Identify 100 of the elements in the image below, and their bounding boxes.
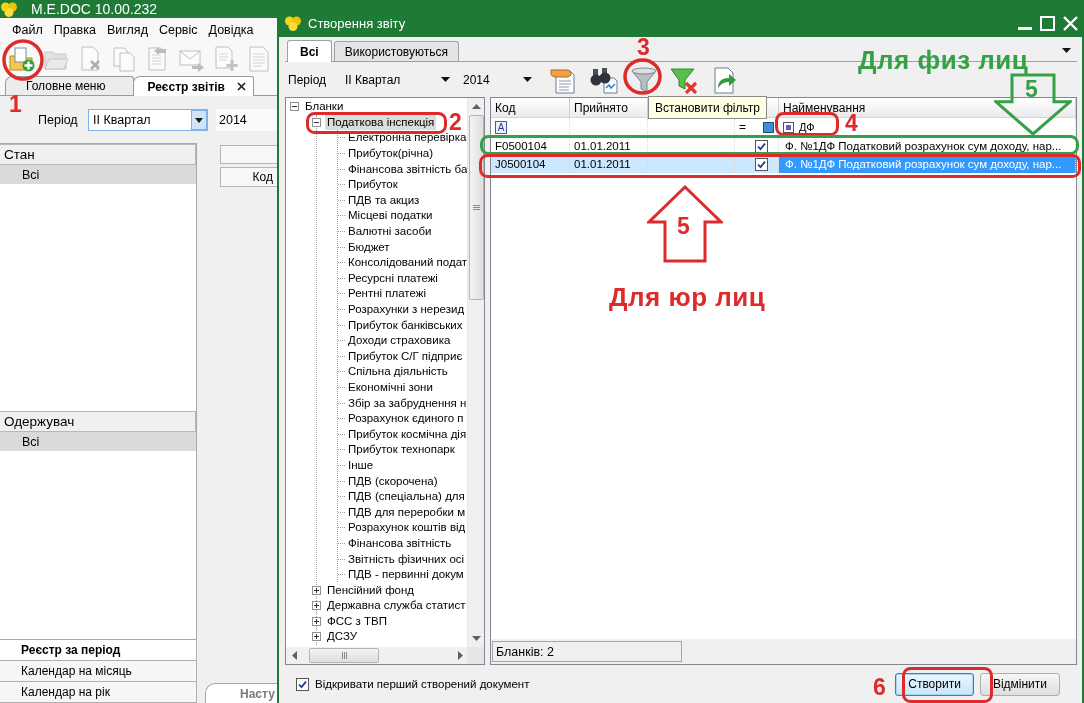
year-select[interactable]: 2014 <box>463 68 537 91</box>
menu-item[interactable]: Файл <box>12 23 43 37</box>
minimize-icon[interactable] <box>1018 26 1032 30</box>
filter-icon[interactable] <box>630 65 658 94</box>
tab[interactable]: Використовуються <box>333 41 459 61</box>
view-tab[interactable]: Календар на місяць <box>0 661 197 682</box>
expand-icon[interactable] <box>312 632 321 642</box>
period-select[interactable]: II Квартал <box>88 108 208 131</box>
tab[interactable]: Реєстр звітів <box>133 76 254 96</box>
tree-item[interactable]: Спільна діяльність <box>346 364 450 380</box>
column-header[interactable]: Прийнято <box>570 98 648 117</box>
tree-item[interactable]: Рентні платежі <box>346 286 428 302</box>
column-header[interactable]: Код <box>220 167 277 187</box>
caret-icon[interactable] <box>441 77 450 82</box>
scroll-down-icon[interactable] <box>471 636 481 641</box>
expand-icon[interactable] <box>312 616 321 626</box>
scroll-right-icon[interactable] <box>458 651 463 660</box>
panel-header: Стан <box>0 144 196 165</box>
dialog-button[interactable]: Створити <box>895 672 974 696</box>
caret-icon[interactable] <box>523 77 532 82</box>
tree-item[interactable]: ФСС з ТВП <box>325 613 389 629</box>
period-label: Період <box>288 72 328 87</box>
collapse-icon[interactable] <box>290 102 299 112</box>
menu-item[interactable]: Довідка <box>208 23 254 37</box>
menu-item[interactable]: Сервіс <box>158 23 198 37</box>
tree-item[interactable]: Прибуток С/Г підприє <box>346 348 465 364</box>
tree-item[interactable]: Бланки <box>303 99 346 115</box>
tree-item[interactable]: Бюджет <box>346 239 392 255</box>
checkbox[interactable] <box>755 139 768 153</box>
scrollbar-corner <box>467 647 484 664</box>
tab[interactable]: Всі <box>287 40 332 62</box>
checkbox[interactable] <box>783 121 794 133</box>
filter-operator[interactable]: = <box>739 120 746 134</box>
collapse-icon[interactable] <box>312 117 321 127</box>
dialog-button[interactable]: Відмінити <box>979 672 1060 696</box>
tree-item[interactable]: Фінансова звітність ба <box>346 161 467 177</box>
square-icon[interactable] <box>763 121 774 133</box>
tree-item[interactable]: Місцеві податки <box>346 208 435 224</box>
scroll-left-icon[interactable] <box>292 651 297 660</box>
binoculars-icon[interactable] <box>590 65 618 94</box>
tree-item[interactable]: Державна служба статист <box>325 598 467 614</box>
window-title: Створення звіту <box>308 16 406 31</box>
tree-item[interactable]: ПДВ (скорочена) <box>346 473 440 489</box>
tree-item[interactable]: Розрахунок коштів від <box>346 520 467 536</box>
tree-item[interactable]: Інше <box>346 457 376 473</box>
vertical-scrollbar[interactable] <box>467 98 484 647</box>
year-field[interactable]: 2014 <box>216 108 277 131</box>
step-number: 6 <box>873 676 886 699</box>
grip-icon <box>472 205 480 210</box>
tree-item[interactable]: ПДВ та акциз <box>346 192 422 208</box>
tree-item[interactable]: Ресурсні платежі <box>346 270 440 286</box>
tree-item[interactable]: Консолідований подат <box>346 255 467 271</box>
expand-icon[interactable] <box>312 585 321 595</box>
maximize-icon[interactable] <box>1040 16 1055 31</box>
tree-item[interactable]: ПДВ (спеціальна) для <box>346 489 467 505</box>
scroll-thumb[interactable] <box>468 115 484 300</box>
tree-item[interactable]: Валютні засоби <box>346 224 434 240</box>
tree-item[interactable]: ДСЗУ <box>325 629 360 645</box>
tab[interactable]: Насту <box>205 683 277 703</box>
filter-value[interactable]: ДФ <box>799 121 815 133</box>
tree-item[interactable]: Прибуток <box>346 177 400 193</box>
tooltip: Встановити фільтр <box>648 96 767 119</box>
view-tab[interactable]: Реєстр за період <box>0 640 197 661</box>
checkbox-label[interactable]: Відкривати перший створений документ <box>315 678 530 690</box>
period-select[interactable]: II Квартал <box>345 68 455 91</box>
filter-clear-icon[interactable] <box>670 65 698 94</box>
tree-item[interactable]: Прибуток космічна дія <box>346 426 467 442</box>
column-header[interactable]: Код <box>491 98 570 117</box>
menu-item[interactable]: Вигляд <box>106 23 148 37</box>
tab[interactable]: Головне меню <box>5 76 135 95</box>
tree-item[interactable]: Прибуток технопарк <box>346 442 457 458</box>
checkbox[interactable] <box>296 677 309 691</box>
status-text: Бланків: 2 <box>492 641 682 662</box>
tree-item[interactable]: ПДВ - первинні докум <box>346 567 466 583</box>
tree-item[interactable]: Пенсійний фонд <box>325 582 417 598</box>
expand-icon[interactable] <box>312 601 321 611</box>
view-tab[interactable]: Календар на рік <box>0 682 197 703</box>
tree-item[interactable]: Розрахунок єдиного п <box>346 411 466 427</box>
menu-item[interactable]: Правка <box>53 23 96 37</box>
filter-type-mark[interactable]: A <box>495 120 507 134</box>
tree-item[interactable]: Доходи страховика <box>346 333 453 349</box>
checkbox[interactable] <box>755 157 768 171</box>
tree-item[interactable]: Звітність фізичних осі <box>346 551 467 567</box>
app-logo-icon <box>285 16 301 31</box>
tree-item[interactable]: Фінансова звітність <box>346 535 454 551</box>
folder-plus-icon[interactable] <box>9 46 35 72</box>
close-icon[interactable] <box>236 82 246 91</box>
scroll-up-icon[interactable] <box>471 104 481 109</box>
tree-item[interactable]: Прибуток банківських <box>346 317 465 333</box>
step-number: 1 <box>9 93 22 116</box>
tree-item[interactable]: ПДВ для переробки м <box>346 504 467 520</box>
tree-item[interactable]: Розрахунки з нерезид <box>346 302 467 317</box>
list-item[interactable]: Всі <box>0 165 196 184</box>
tree-item[interactable]: Збір за забруднення н <box>346 395 467 411</box>
tree-item[interactable]: Прибуток(річна) <box>346 146 436 162</box>
horizontal-scrollbar[interactable] <box>286 647 467 664</box>
caret-icon[interactable] <box>1062 48 1071 53</box>
list-item[interactable]: Всі <box>0 432 196 451</box>
tree-item[interactable]: Економічні зони <box>346 380 435 395</box>
scroll-thumb[interactable] <box>309 648 379 663</box>
